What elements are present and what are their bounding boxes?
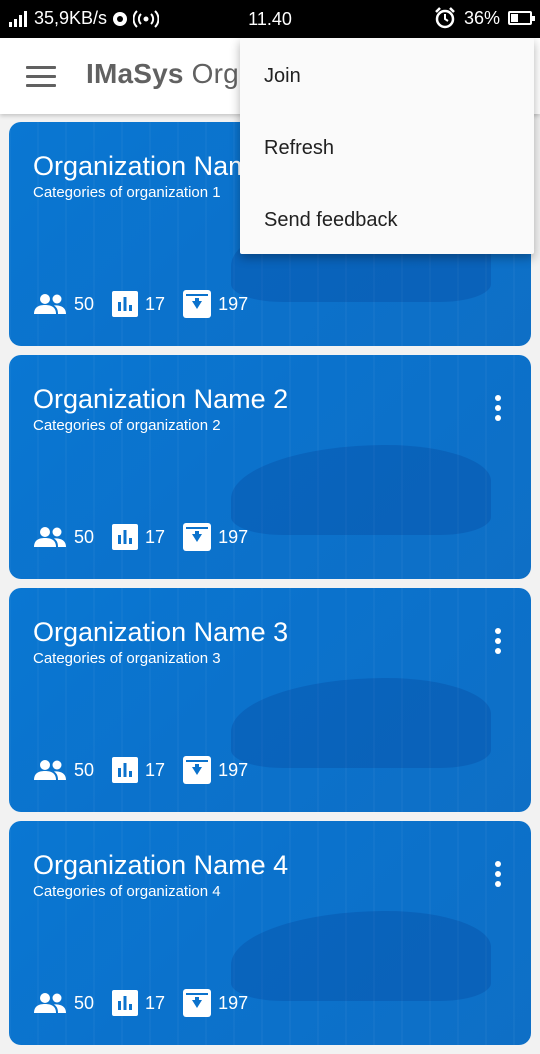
hamburger-menu-icon[interactable] [26,66,56,88]
people-icon [34,294,66,314]
members-count: 50 [74,759,95,780]
members-stat: 50 [33,759,94,781]
battery-icon [508,11,535,25]
downloads-count: 197 [218,759,249,780]
more-options-icon[interactable] [489,861,507,889]
bar-chart-icon [112,291,139,317]
members-count: 50 [74,293,95,314]
members-count: 50 [74,526,95,547]
alarm-icon [435,7,455,29]
downloads-count: 197 [218,992,249,1013]
organization-name: Organization Name 4 [33,850,289,880]
card-stats: 50 17 197 [33,523,266,551]
organization-card[interactable]: Organization Name 3 Categories of organi… [9,588,531,812]
charts-count: 17 [145,759,166,780]
battery-percent: 36% [463,7,500,28]
status-right: 36% [434,7,535,29]
bar-chart-icon [112,524,139,550]
more-options-icon[interactable] [489,628,507,656]
overflow-menu: Join Refresh Send feedback [240,38,534,254]
card-stats: 50 17 197 [33,290,266,318]
organization-category: Categories of organization 3 [33,650,221,667]
downloads-count: 197 [218,526,249,547]
downloads-stat: 197 [183,523,248,551]
downloads-stat: 197 [183,989,248,1017]
charts-stat: 17 [112,291,165,317]
organization-name: Organization Name 3 [33,617,289,647]
organization-list: Organization Name 1 Categories of organi… [9,122,531,1054]
archive-download-icon [183,756,212,784]
organization-category: Categories of organization 2 [33,417,221,434]
archive-download-icon [183,523,212,551]
organization-name: Organization Name 2 [33,384,289,414]
downloads-stat: 197 [183,756,248,784]
charts-count: 17 [145,992,166,1013]
organization-card[interactable]: Organization Name 2 Categories of organi… [9,355,531,579]
people-icon [34,760,66,780]
people-icon [34,993,66,1013]
downloads-count: 197 [218,293,249,314]
organization-category: Categories of organization 4 [33,883,221,900]
organization-category: Categories of organization 1 [33,184,221,201]
status-bar: 35,9KB/s 11.40 36% [0,0,540,38]
app-title: IMaSys Org [86,58,239,90]
app-title-rest: Org [183,58,239,89]
members-stat: 50 [33,526,94,548]
archive-download-icon [183,989,212,1017]
more-options-icon[interactable] [489,395,507,423]
menu-item-send-feedback[interactable]: Send feedback [240,182,534,254]
charts-stat: 17 [112,757,165,783]
bar-chart-icon [112,990,139,1016]
members-count: 50 [74,992,95,1013]
charts-stat: 17 [112,990,165,1016]
menu-item-join[interactable]: Join [240,38,534,110]
card-stats: 50 17 197 [33,989,266,1017]
organization-card[interactable]: Organization Name 4 Categories of organi… [9,821,531,1045]
downloads-stat: 197 [183,290,248,318]
charts-stat: 17 [112,524,165,550]
charts-count: 17 [145,293,166,314]
card-stats: 50 17 197 [33,756,266,784]
charts-count: 17 [145,526,166,547]
archive-download-icon [183,290,212,318]
members-stat: 50 [33,992,94,1014]
menu-item-refresh[interactable]: Refresh [240,110,534,182]
people-icon [34,527,66,547]
bar-chart-icon [112,757,139,783]
members-stat: 50 [33,293,94,315]
app-title-bold: IMaSys [86,58,184,89]
